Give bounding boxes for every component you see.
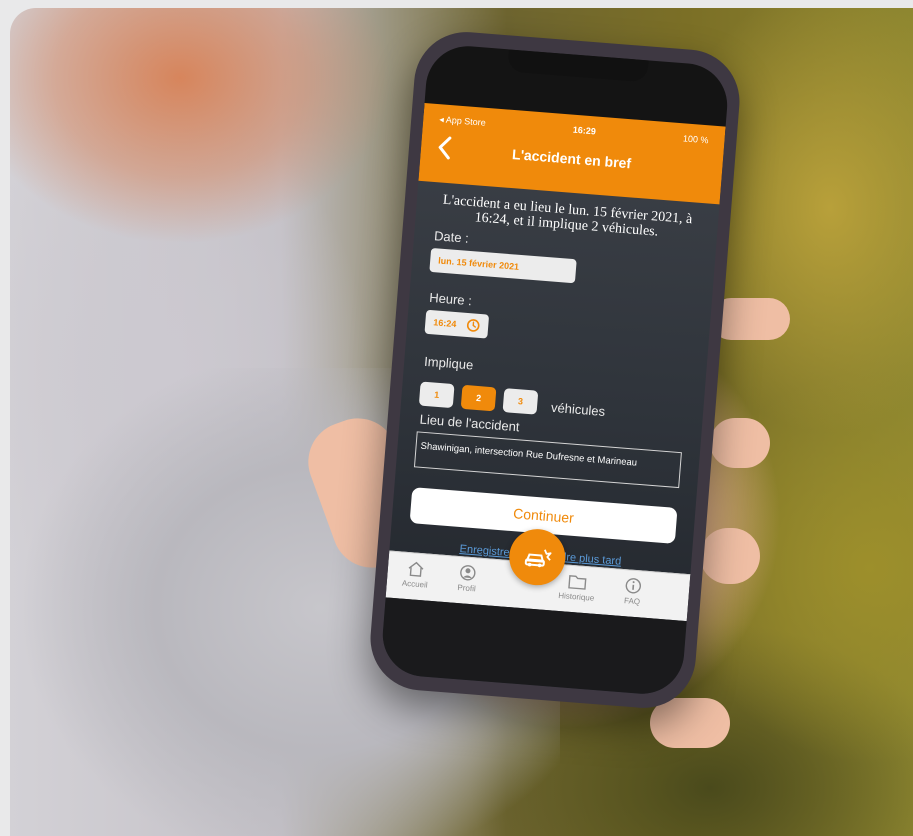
vehicles-label: Implique [423,353,474,373]
time-value: 16:24 [432,317,457,330]
date-value: lun. 15 février 2021 [437,255,520,272]
clock-icon [466,319,480,332]
finger-middle [710,418,770,468]
finger-pinky [650,698,730,748]
time-label: Heure : [428,289,473,309]
smartphone: ◂ App Store 16:29 100 % L'accident en br… [366,28,744,712]
tab-home[interactable]: Accueil [392,558,438,590]
folder-icon [568,575,587,590]
tab-history[interactable]: Historique [554,571,600,603]
vehicle-count-1[interactable]: 1 [418,381,455,409]
home-icon [408,561,424,577]
vehicles-suffix: véhicules [550,399,606,420]
phone-notch [507,49,649,83]
profile-icon [460,565,476,581]
time-field[interactable]: 16:24 [424,309,490,339]
tab-faq-label: FAQ [623,596,641,607]
status-time: 16:29 [572,124,597,137]
info-icon [625,578,642,594]
tab-faq[interactable]: FAQ [610,575,656,607]
location-label: Lieu de l'accident [419,411,521,435]
status-carrier: ◂ App Store [438,113,487,128]
tab-history-label: Historique [557,590,595,603]
vehicle-count-2[interactable]: 2 [460,384,497,412]
tab-profile-label: Profil [457,583,477,594]
finger-ring [700,528,760,584]
tab-profile[interactable]: Profil [444,562,490,594]
status-bar: ◂ App Store 16:29 100 % [439,112,709,147]
status-battery: 100 % [682,133,709,146]
car-accident-icon [524,549,552,568]
date-field[interactable]: lun. 15 février 2021 [429,247,577,284]
location-input[interactable]: Shawinigan, intersection Rue Dufresne et… [413,431,682,489]
phone-screen: ◂ App Store 16:29 100 % L'accident en br… [379,43,731,697]
location-value: Shawinigan, intersection Rue Dufresne et… [420,440,638,469]
vehicle-count-3[interactable]: 3 [502,388,539,415]
tab-home-label: Accueil [401,578,428,590]
date-label: Date : [433,228,470,246]
